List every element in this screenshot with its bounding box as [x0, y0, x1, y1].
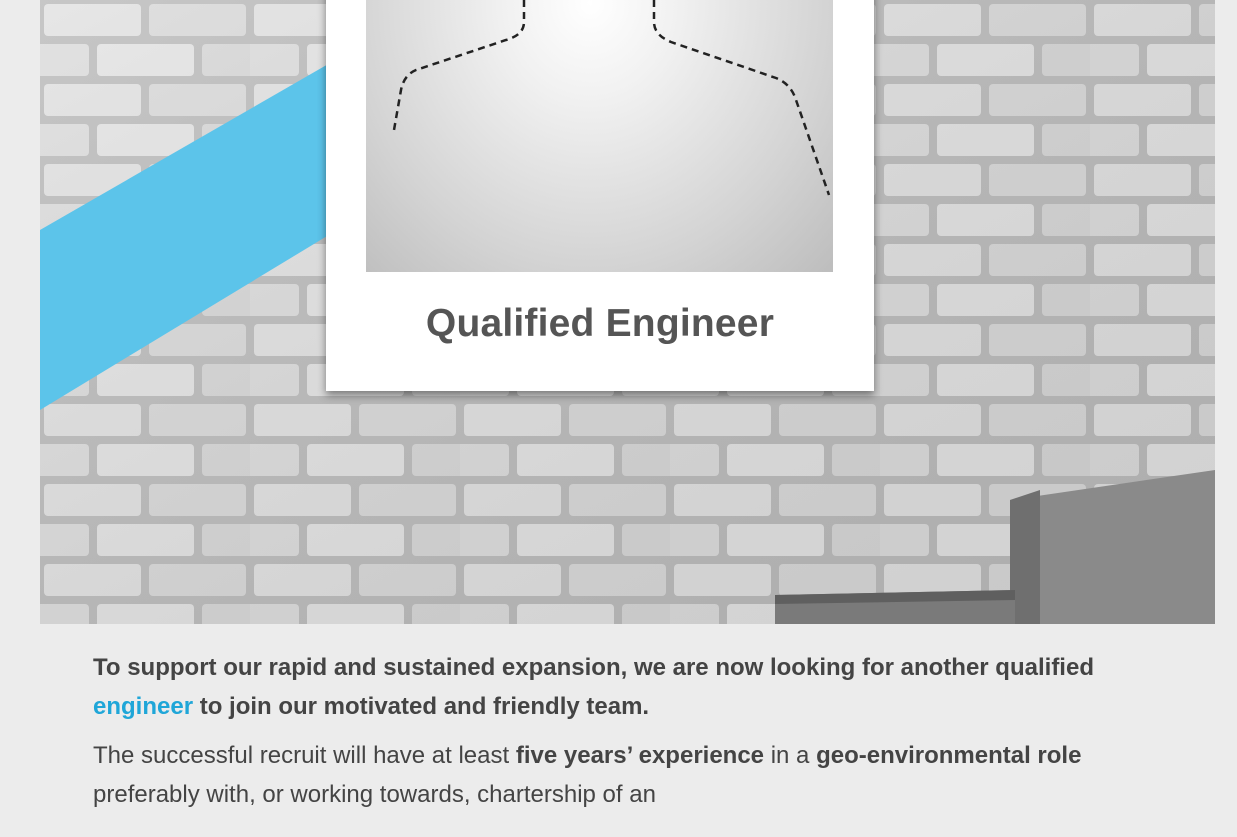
- experience-highlight: five years’ experience: [515, 742, 765, 769]
- intro-text-start: To support our rapid and sustained expan…: [93, 654, 1094, 681]
- profile-photo-placeholder: [366, 0, 833, 272]
- details-text-1: The successful recruit will have at leas…: [93, 742, 516, 769]
- engineer-link[interactable]: engineer: [93, 693, 193, 720]
- job-description: To support our rapid and sustained expan…: [93, 648, 1173, 814]
- details-text-3: preferably with, or working towards, cha…: [93, 781, 656, 808]
- details-paragraph: The successful recruit will have at leas…: [93, 736, 1173, 814]
- details-text-2: in a: [764, 742, 817, 769]
- intro-paragraph: To support our rapid and sustained expan…: [93, 648, 1173, 726]
- person-silhouette-icon: [392, 0, 831, 196]
- page: Qualified Engineer To support our rapid …: [0, 0, 1237, 837]
- role-highlight: geo-environmental role: [816, 742, 1082, 769]
- job-card: Qualified Engineer: [326, 0, 874, 391]
- intro-text-end: to join our motivated and friendly team.: [193, 693, 650, 720]
- job-title: Qualified Engineer: [425, 302, 775, 345]
